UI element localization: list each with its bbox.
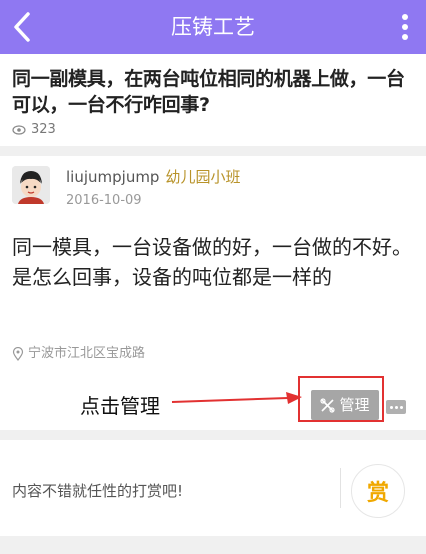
page-title: 压铸工艺 — [171, 15, 255, 39]
username-text: liujumpjump — [66, 168, 160, 186]
answer-body: 同一模具，一台设备做的好，一台做的不好。是怎么回事，设备的吨位都是一样的 — [12, 235, 412, 289]
more-vertical-icon — [398, 14, 412, 40]
location-pin-icon — [12, 347, 24, 361]
more-button[interactable] — [398, 12, 412, 44]
question-title: 同一副模具，在两台吨位相同的机器上做，一台可以，一台不行咋回事? — [12, 68, 405, 116]
location-text: 宁波市江北区宝成路 — [28, 346, 146, 361]
avatar[interactable] — [12, 166, 50, 204]
comment-icon — [389, 405, 404, 409]
answer-date: 2016-10-09 — [66, 193, 142, 208]
username[interactable]: liujumpjump 幼儿园小班 — [66, 168, 240, 186]
view-count-value: 323 — [31, 122, 56, 137]
manage-button[interactable]: 管理 — [311, 390, 379, 420]
location: 宁波市江北区宝成路 — [12, 346, 145, 362]
reward-section: 内容不错就任性的打赏吧! 赏 — [0, 440, 426, 536]
user-rank: 幼儿园小班 — [165, 168, 241, 186]
manage-button-label: 管理 — [339, 396, 370, 414]
answer-card: liujumpjump 幼儿园小班 2016-10-09 同一模具，一台设备做的好… — [0, 156, 426, 430]
reward-button[interactable]: 赏 — [351, 464, 405, 518]
eye-icon — [12, 125, 26, 135]
reward-divider — [340, 468, 341, 508]
reward-prompt: 内容不错就任性的打赏吧! — [12, 482, 184, 500]
annotation-arrow — [171, 392, 302, 404]
view-count: 323 — [12, 122, 56, 138]
question-card: 同一副模具，在两台吨位相同的机器上做，一台可以，一台不行咋回事? 323 — [0, 54, 426, 146]
tools-icon — [320, 397, 336, 413]
top-bar: 压铸工艺 — [0, 0, 426, 54]
annotation-label: 点击管理 — [80, 394, 160, 418]
comment-button[interactable] — [386, 400, 406, 414]
avatar-image — [12, 166, 50, 204]
